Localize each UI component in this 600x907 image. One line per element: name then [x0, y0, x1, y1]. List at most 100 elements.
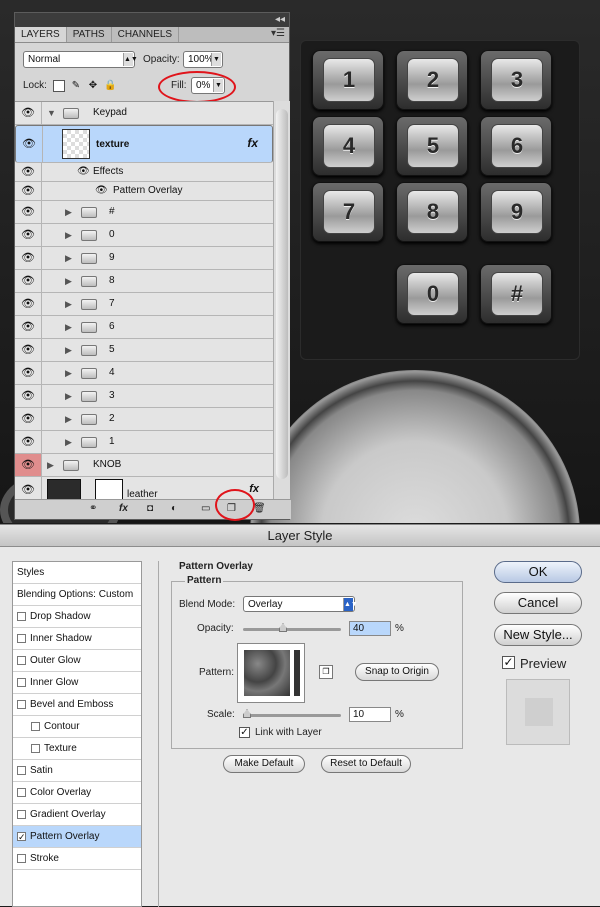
- layer-row[interactable]: 👁 fx texture: [15, 125, 273, 163]
- style-item[interactable]: Inner Shadow: [13, 628, 141, 650]
- lock-transparency-icon[interactable]: [53, 80, 65, 92]
- reset-to-default-button[interactable]: Reset to Default: [321, 755, 411, 773]
- style-item[interactable]: Bevel and Emboss: [13, 694, 141, 716]
- tab-paths[interactable]: PATHS: [67, 27, 112, 42]
- layer-row[interactable]: 👁 ▶ 0: [15, 224, 273, 247]
- panel-menu-icon[interactable]: ▾☰: [271, 28, 285, 39]
- fx-icon[interactable]: fx: [119, 503, 128, 514]
- style-checkbox[interactable]: [17, 655, 26, 665]
- style-item[interactable]: Outer Glow: [13, 650, 141, 672]
- style-item[interactable]: Inner Glow: [13, 672, 141, 694]
- style-item[interactable]: Stroke: [13, 848, 141, 870]
- style-item[interactable]: Texture: [13, 738, 141, 760]
- make-default-button[interactable]: Make Default: [223, 755, 305, 773]
- disclosure-open-icon[interactable]: ▼: [47, 108, 56, 118]
- disclosure-closed-icon[interactable]: ▶: [65, 207, 72, 218]
- snap-to-origin-button[interactable]: Snap to Origin: [355, 663, 439, 681]
- style-checkbox[interactable]: [17, 787, 26, 797]
- layer-row[interactable]: 👁 ▶ 6: [15, 316, 273, 339]
- new-preset-icon[interactable]: ❐: [319, 665, 333, 679]
- disclosure-closed-icon[interactable]: ▶: [65, 414, 72, 425]
- style-checkbox[interactable]: [31, 743, 40, 753]
- adjustment-icon[interactable]: ◐: [171, 503, 177, 514]
- pattern-picker[interactable]: [237, 643, 305, 703]
- layer-row[interactable]: 👁 👁 Effects: [15, 163, 273, 182]
- preview-checkbox[interactable]: ✓: [502, 656, 515, 669]
- style-item[interactable]: Gradient Overlay: [13, 804, 141, 826]
- visibility-eye-icon[interactable]: 👁: [15, 201, 42, 223]
- style-checkbox[interactable]: [17, 853, 26, 863]
- visibility-eye-icon[interactable]: 👁: [15, 408, 42, 430]
- dialog-blend-mode-select[interactable]: Overlay ▲▼: [243, 596, 358, 612]
- tab-layers[interactable]: LAYERS: [15, 27, 67, 42]
- style-checkbox[interactable]: [17, 611, 26, 621]
- visibility-eye-icon[interactable]: 👁: [15, 293, 42, 315]
- cancel-button[interactable]: Cancel: [494, 592, 582, 614]
- opacity-input[interactable]: 40: [349, 621, 391, 636]
- style-checkbox[interactable]: ✓: [17, 831, 26, 841]
- layer-row[interactable]: 👁 ▶ 5: [15, 339, 273, 362]
- disclosure-closed-icon[interactable]: ▶: [65, 345, 72, 356]
- visibility-eye-icon[interactable]: 👁: [15, 362, 42, 384]
- disclosure-closed-icon[interactable]: ▶: [65, 299, 72, 310]
- scale-slider[interactable]: [243, 709, 341, 718]
- layer-row[interactable]: 👁 ▶ 4: [15, 362, 273, 385]
- new-group-icon[interactable]: ▭: [201, 503, 210, 514]
- effect-eye-icon[interactable]: 👁: [95, 185, 108, 196]
- opacity-field[interactable]: 100% ▼: [183, 51, 223, 68]
- styles-header[interactable]: Styles: [13, 562, 141, 584]
- layer-row[interactable]: 👁 ▶ 1: [15, 431, 273, 454]
- visibility-eye-icon[interactable]: 👁: [15, 182, 42, 200]
- style-item[interactable]: Contour: [13, 716, 141, 738]
- lock-paint-icon[interactable]: ✎: [70, 80, 82, 92]
- disclosure-closed-icon[interactable]: ▶: [65, 437, 72, 448]
- layer-row[interactable]: 👁 ▶ 3: [15, 385, 273, 408]
- style-item[interactable]: ✓ Pattern Overlay: [13, 826, 141, 848]
- layer-row[interactable]: 👁 👁 Pattern Overlay: [15, 182, 273, 201]
- disclosure-closed-icon[interactable]: ▶: [65, 368, 72, 379]
- pattern-dropdown-arrow-icon[interactable]: [294, 650, 300, 696]
- visibility-eye-icon[interactable]: 👁: [15, 247, 42, 269]
- visibility-eye-icon[interactable]: 👁: [16, 126, 43, 163]
- disclosure-closed-icon[interactable]: ▶: [65, 276, 72, 287]
- ok-button[interactable]: OK: [494, 561, 582, 583]
- style-checkbox[interactable]: [17, 809, 26, 819]
- link-with-layer-checkbox[interactable]: ✓: [239, 727, 250, 738]
- collapse-icon[interactable]: ◂◂: [275, 14, 285, 25]
- visibility-eye-icon[interactable]: 👁: [15, 102, 42, 124]
- disclosure-closed-icon[interactable]: ▶: [65, 391, 72, 402]
- disclosure-closed-icon[interactable]: ▶: [65, 322, 72, 333]
- layer-list-scrollbar[interactable]: [273, 101, 290, 501]
- style-item[interactable]: Color Overlay: [13, 782, 141, 804]
- mask-icon[interactable]: ◘: [147, 503, 153, 514]
- style-checkbox[interactable]: [17, 677, 26, 687]
- style-checkbox[interactable]: [31, 721, 40, 731]
- scale-input[interactable]: 10: [349, 707, 391, 722]
- lock-move-icon[interactable]: ✥: [87, 80, 99, 92]
- visibility-eye-icon[interactable]: 👁: [15, 224, 42, 246]
- style-checkbox[interactable]: [17, 765, 26, 775]
- visibility-eye-icon[interactable]: 👁: [15, 339, 42, 361]
- blend-mode-select[interactable]: Normal ▲▼: [23, 51, 138, 68]
- style-checkbox[interactable]: [17, 633, 26, 643]
- visibility-eye-icon[interactable]: 👁: [15, 454, 42, 476]
- layer-row[interactable]: 👁 ▶ #: [15, 201, 273, 224]
- lock-all-icon[interactable]: 🔒: [104, 80, 116, 92]
- style-item[interactable]: Satin: [13, 760, 141, 782]
- layer-row[interactable]: 👁 ▶ 2: [15, 408, 273, 431]
- scrollbar-thumb[interactable]: [276, 109, 288, 479]
- visibility-eye-icon[interactable]: 👁: [15, 431, 42, 453]
- visibility-eye-icon[interactable]: 👁: [15, 163, 42, 181]
- layer-row[interactable]: 👁 ▼ Keypad: [15, 102, 273, 125]
- link-layers-icon[interactable]: ⚭: [89, 503, 97, 514]
- style-checkbox[interactable]: [17, 699, 26, 709]
- visibility-eye-icon[interactable]: 👁: [15, 477, 42, 501]
- style-item[interactable]: Drop Shadow: [13, 606, 141, 628]
- panel-titlebar[interactable]: ◂◂: [15, 13, 289, 27]
- blending-options-item[interactable]: Blending Options: Custom: [13, 584, 141, 606]
- layer-row[interactable]: 👁 ▶ 7: [15, 293, 273, 316]
- layer-fx-icon[interactable]: fx: [247, 136, 258, 150]
- disclosure-closed-icon[interactable]: ▶: [65, 253, 72, 264]
- effect-eye-icon[interactable]: 👁: [77, 166, 90, 177]
- layer-row[interactable]: 👁 ▶ KNOB: [15, 454, 273, 477]
